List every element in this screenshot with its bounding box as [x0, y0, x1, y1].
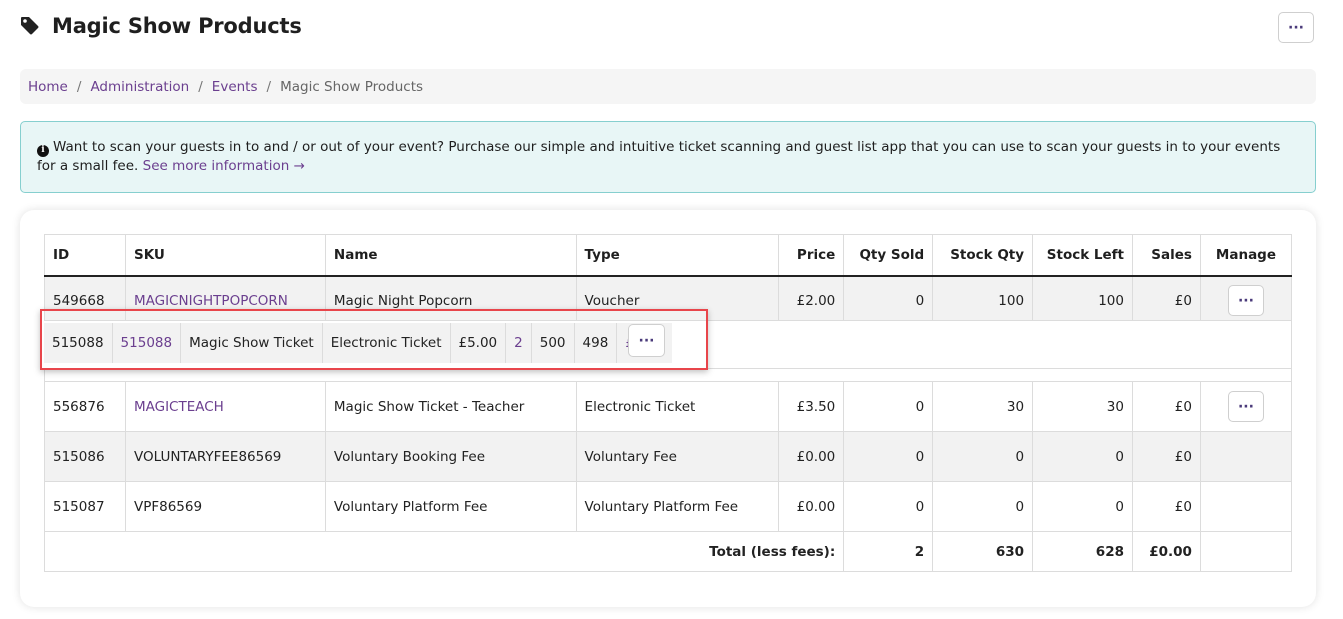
breadcrumb-separator: /: [76, 78, 82, 95]
see-more-info-link[interactable]: See more information →: [143, 158, 305, 174]
cell-price: £3.50: [778, 381, 845, 432]
table-header-row: ID SKU Name Type Price Qty Sold Stock Qt…: [44, 234, 1293, 277]
cell-name: Magic Show Ticket - Teacher: [324, 381, 577, 432]
cell-type: Electronic Ticket: [575, 381, 780, 432]
cell-name: Voluntary Booking Fee: [324, 431, 577, 482]
cell-manage-empty: [1199, 481, 1293, 532]
cell-stock-qty: 0: [932, 431, 1034, 482]
table-row: 515086 VOLUNTARYFEE86569 Voluntary Booki…: [44, 431, 1293, 482]
total-manage-empty: [1199, 531, 1293, 572]
breadcrumb-separator: /: [266, 78, 272, 95]
breadcrumb-events[interactable]: Events: [212, 79, 258, 95]
table-row: 556876 MAGICTEACH Magic Show Ticket - Te…: [44, 381, 1293, 432]
cell-id: 515086: [44, 431, 126, 482]
col-header-name[interactable]: Name: [324, 234, 577, 277]
cell-price: £0.00: [778, 481, 845, 532]
cell-stock-left: 0: [1032, 431, 1133, 482]
col-header-type[interactable]: Type: [575, 234, 780, 277]
col-header-price[interactable]: Price: [778, 234, 845, 277]
col-header-sales[interactable]: Sales: [1131, 234, 1201, 277]
page-menu-button[interactable]: ···: [1278, 12, 1314, 43]
cell-manage-empty: [1199, 431, 1293, 482]
ellipsis-icon: ···: [1237, 292, 1254, 309]
col-header-sku[interactable]: SKU: [124, 234, 326, 277]
breadcrumb: Home / Administration / Events / Magic S…: [20, 69, 1316, 104]
breadcrumb-home[interactable]: Home: [28, 79, 68, 95]
breadcrumb-separator: /: [198, 78, 203, 95]
ellipsis-icon: ···: [1288, 19, 1304, 36]
page-header: Magic Show Products: [20, 10, 302, 42]
col-header-qty-sold[interactable]: Qty Sold: [843, 234, 934, 277]
cell-sku: VPF86569: [124, 481, 326, 532]
cell-type: Voluntary Fee: [575, 431, 780, 482]
breadcrumb-administration[interactable]: Administration: [90, 79, 189, 95]
info-icon: i: [37, 144, 49, 157]
cell-stock-qty: 0: [932, 481, 1034, 532]
tag-icon: [20, 16, 40, 36]
total-sales: £0.00: [1131, 531, 1201, 572]
total-label: Total (less fees):: [43, 531, 845, 572]
table-row: 515087 VPF86569 Voluntary Platform Fee V…: [44, 481, 1293, 532]
total-qty-sold: 2: [843, 531, 934, 572]
cell-type: Voluntary Platform Fee: [575, 481, 780, 532]
col-header-stock-qty[interactable]: Stock Qty: [932, 234, 1034, 277]
cell-stock-qty: 30: [932, 381, 1034, 432]
total-stock-qty: 630: [932, 531, 1034, 572]
sku-link[interactable]: MAGICNIGHTPOPCORN: [134, 293, 288, 309]
cell-stock-left: 30: [1032, 381, 1133, 432]
cell-qty-sold: 0: [843, 481, 934, 532]
cell-stock-left: 100: [1032, 275, 1133, 326]
ellipsis-icon: ···: [1237, 398, 1254, 415]
sku-link[interactable]: MAGICTEACH: [134, 399, 224, 415]
products-table: ID SKU Name Type Price Qty Sold Stock Qt…: [43, 234, 1293, 572]
cell-price: £2.00: [778, 275, 845, 326]
col-header-stock-left[interactable]: Stock Left: [1032, 234, 1133, 277]
products-card: ID SKU Name Type Price Qty Sold Stock Qt…: [20, 210, 1316, 607]
cell-stock-qty: 100: [932, 275, 1034, 326]
breadcrumb-current: Magic Show Products: [280, 78, 424, 95]
highlight-annotation: [40, 309, 708, 370]
cell-sales: £0: [1131, 381, 1201, 432]
cell-sku: VOLUNTARYFEE86569: [124, 431, 326, 482]
cell-price: £0.00: [778, 431, 845, 482]
cell-qty-sold: 0: [843, 381, 934, 432]
cell-id: 515087: [44, 481, 126, 532]
cell-qty-sold: 0: [843, 275, 934, 326]
page-title: Magic Show Products: [52, 14, 302, 38]
col-header-id[interactable]: ID: [44, 234, 126, 277]
cell-name: Voluntary Platform Fee: [324, 481, 577, 532]
col-header-manage: Manage: [1199, 234, 1293, 277]
cell-sales: £0: [1131, 275, 1201, 326]
cell-sales: £0: [1131, 481, 1201, 532]
cell-id: 556876: [44, 381, 126, 432]
cell-stock-left: 0: [1032, 481, 1133, 532]
cell-qty-sold: 0: [843, 431, 934, 482]
total-row: Total (less fees): 2 630 628 £0.00: [43, 531, 1293, 572]
cell-sales: £0: [1131, 431, 1201, 482]
total-stock-left: 628: [1032, 531, 1133, 572]
manage-button[interactable]: ···: [1227, 285, 1264, 317]
info-alert: i Want to scan your guests in to and / or…: [20, 121, 1316, 193]
manage-button[interactable]: ···: [1227, 391, 1264, 422]
